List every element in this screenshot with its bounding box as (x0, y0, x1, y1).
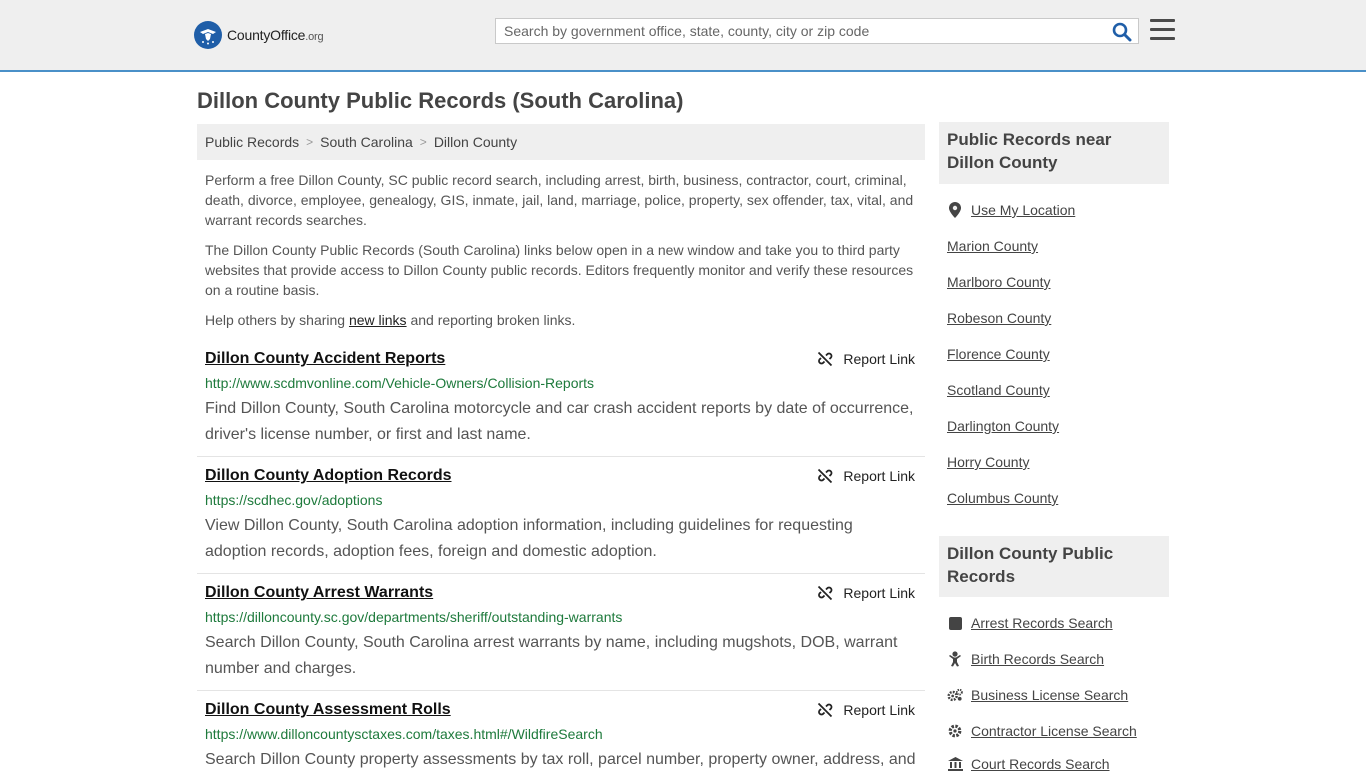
sidebar-item-label: Arrest Records Search (971, 615, 1113, 631)
sidebar-item-label: Court Records Search (971, 756, 1110, 772)
sidebar-item-label: Business License Search (971, 687, 1129, 703)
intro-paragraph-2: The Dillon County Public Records (South … (205, 242, 914, 298)
record-title-link[interactable]: Dillon County Adoption Records (205, 467, 452, 485)
report-link-button[interactable]: Report Link (817, 585, 915, 601)
record-description: Search Dillon County property assessment… (205, 751, 916, 768)
report-link-button[interactable]: Report Link (817, 468, 915, 484)
nearby-records-heading: Public Records near Dillon County (939, 122, 1169, 184)
nearby-county-link[interactable]: Marion County (947, 238, 1038, 254)
breadcrumb-public-records[interactable]: Public Records (205, 134, 299, 150)
top-header: CountyOffice.org (0, 0, 1366, 72)
sidebar-item-contractor-license[interactable]: Contractor License Search (947, 723, 1137, 739)
record-description: Find Dillon County, South Carolina motor… (205, 400, 914, 443)
report-link-label: Report Link (843, 351, 915, 367)
county-records-heading: Dillon County Public Records (939, 536, 1169, 597)
logo-main-text: CountyOffice (227, 27, 306, 43)
report-link-label: Report Link (843, 702, 915, 718)
baby-icon (947, 651, 963, 667)
record-title-link[interactable]: Dillon County Assessment Rolls (205, 701, 451, 719)
record-url-link[interactable]: https://scdhec.gov/adoptions (205, 492, 382, 508)
nearby-county-link[interactable]: Columbus County (947, 490, 1058, 506)
report-link-label: Report Link (843, 585, 915, 601)
report-link-button[interactable]: Report Link (817, 351, 915, 367)
breadcrumb-separator-icon: > (306, 135, 314, 149)
use-my-location-link[interactable]: Use My Location (947, 202, 1075, 218)
nearby-county-link[interactable]: Robeson County (947, 310, 1051, 326)
intro-paragraph-1: Perform a free Dillon County, SC public … (205, 172, 914, 228)
site-logo[interactable]: CountyOffice.org (194, 20, 324, 50)
intro-text-before: Help others by sharing (205, 312, 349, 328)
sidebar-item-court-records[interactable]: Court Records Search (947, 756, 1110, 772)
nearby-county-link[interactable]: Scotland County (947, 382, 1050, 398)
record-title-link[interactable]: Dillon County Accident Reports (205, 350, 445, 368)
sidebar-item-business-license[interactable]: Business License Search (947, 687, 1128, 703)
logo-eagle-icon (194, 21, 222, 49)
broken-link-icon (818, 702, 833, 718)
square-icon (947, 615, 963, 631)
report-link-label: Report Link (843, 468, 915, 484)
gear-icon (947, 723, 963, 739)
record-item: Dillon County Adoption Records Report Li… (197, 467, 925, 574)
record-description: View Dillon County, South Carolina adopt… (205, 517, 853, 560)
breadcrumb: Public Records > South Carolina > Dillon… (197, 124, 925, 160)
breadcrumb-dillon-county[interactable]: Dillon County (434, 134, 517, 150)
sidebar-item-birth-records[interactable]: Birth Records Search (947, 651, 1104, 667)
sidebar-item-arrest-records[interactable]: Arrest Records Search (947, 615, 1113, 631)
sidebar-item-label: Birth Records Search (971, 651, 1105, 667)
search-bar (495, 18, 1139, 44)
record-title-link[interactable]: Dillon County Arrest Warrants (205, 584, 433, 602)
breadcrumb-separator-icon: > (419, 135, 427, 149)
page-title: Dillon County Public Records (South Caro… (197, 88, 684, 113)
intro-paragraph-3: Help others by sharing new links and rep… (205, 310, 917, 330)
broken-link-icon (818, 585, 833, 601)
new-links-link[interactable]: new links (349, 312, 407, 328)
record-url-link[interactable]: http://www.scdmvonline.com/Vehicle-Owner… (205, 375, 594, 391)
search-icon[interactable] (1112, 22, 1132, 42)
logo-text: CountyOffice.org (227, 27, 324, 43)
record-item: Dillon County Assessment Rolls Report Li… (197, 701, 925, 768)
sidebar-item-label: Contractor License Search (971, 723, 1137, 739)
nearby-county-link[interactable]: Florence County (947, 346, 1050, 362)
broken-link-icon (818, 468, 833, 484)
use-my-location-label: Use My Location (971, 202, 1076, 218)
record-item: Dillon County Accident Reports Report Li… (197, 350, 925, 457)
record-description: Search Dillon County, South Carolina arr… (205, 634, 898, 677)
report-link-button[interactable]: Report Link (817, 702, 915, 718)
broken-link-icon (818, 351, 833, 367)
nearby-county-link[interactable]: Horry County (947, 454, 1029, 470)
hamburger-menu-icon[interactable] (1150, 19, 1175, 41)
nearby-county-link[interactable]: Darlington County (947, 418, 1059, 434)
breadcrumb-south-carolina[interactable]: South Carolina (320, 134, 413, 150)
gears-icon (947, 687, 963, 703)
logo-tld-text: .org (305, 31, 324, 43)
map-marker-icon (947, 202, 963, 218)
record-url-link[interactable]: https://dilloncounty.sc.gov/departments/… (205, 609, 622, 625)
record-item: Dillon County Arrest Warrants Report Lin… (197, 584, 925, 691)
record-url-link[interactable]: https://www.dilloncountysctaxes.com/taxe… (205, 726, 603, 742)
search-input[interactable] (496, 19, 1106, 43)
intro-text-after: and reporting broken links. (406, 312, 576, 328)
courthouse-icon (947, 756, 963, 772)
nearby-county-link[interactable]: Marlboro County (947, 274, 1051, 290)
